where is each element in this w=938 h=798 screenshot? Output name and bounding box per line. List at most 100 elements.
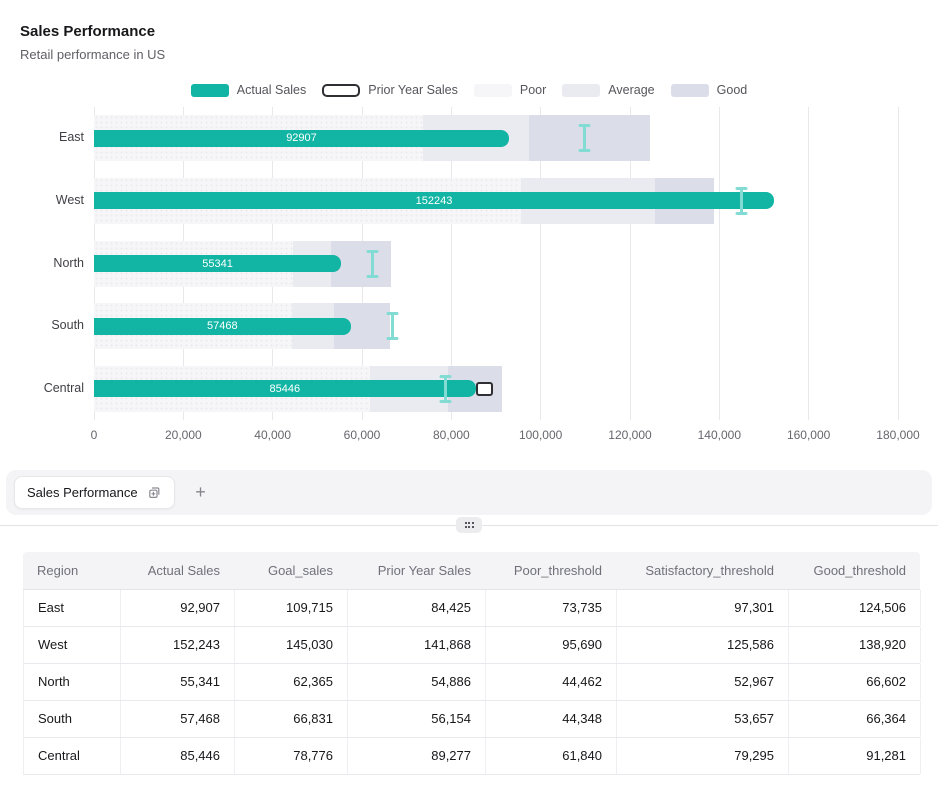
table-cell[interactable]: 84,425 [348,590,486,626]
table-cell[interactable]: North [24,664,121,700]
table-body: East92,907109,71584,42573,73597,301124,5… [23,590,920,775]
table-cell[interactable]: 78,776 [235,738,348,774]
x-tick-label: 160,000 [769,428,849,442]
table-cell[interactable]: 85,446 [121,738,235,774]
table-cell[interactable]: 61,840 [486,738,617,774]
bar-value-label: 57468 [207,320,238,332]
bar-value-label: 152243 [416,195,453,207]
x-tick-label: 0 [54,428,134,442]
table-cell[interactable]: 54,886 [348,664,486,700]
actual-sales-bar[interactable]: 85446 [94,380,476,397]
table-cell[interactable]: 52,967 [617,664,789,700]
table-cell[interactable]: Central [24,738,121,774]
goal-marker[interactable] [735,186,748,216]
category-label: West [0,193,84,207]
table-cell[interactable]: 109,715 [235,590,348,626]
legend-item-average[interactable]: Average [562,83,654,97]
tab-sales-performance[interactable]: Sales Performance [14,476,175,509]
table-cell[interactable]: 97,301 [617,590,789,626]
x-tick-label: 20,000 [143,428,223,442]
table-cell[interactable]: 79,295 [617,738,789,774]
table-cell[interactable]: 125,586 [617,627,789,663]
actual-sales-bar[interactable]: 92907 [94,130,509,147]
table-header-row: RegionActual SalesGoal_salesPrior Year S… [23,552,920,590]
legend-swatch-prior [322,84,360,97]
column-header-satisfactory-threshold[interactable]: Satisfactory_threshold [616,552,788,589]
table-cell[interactable]: 152,243 [121,627,235,663]
legend-label: Good [717,83,748,97]
column-header-goal-sales[interactable]: Goal_sales [234,552,347,589]
table-cell[interactable]: 95,690 [486,627,617,663]
app-page: Sales Performance Retail performance in … [0,0,938,798]
goal-marker[interactable] [386,311,399,341]
table-row: West152,243145,030141,86895,690125,58613… [23,627,920,664]
gridline [898,107,899,420]
category-label: Central [0,381,84,395]
table-cell[interactable]: 62,365 [235,664,348,700]
bar-value-label: 55341 [202,258,233,270]
plot-area: 92907 152243 55341 57468 85446 [94,107,898,420]
resize-handle[interactable] [456,517,482,533]
goal-marker[interactable] [366,249,379,279]
legend-label: Prior Year Sales [368,83,458,97]
column-header-actual-sales[interactable]: Actual Sales [120,552,234,589]
table-cell[interactable]: 44,348 [486,701,617,737]
actual-sales-bar[interactable]: 55341 [94,255,341,272]
legend-item-prior[interactable]: Prior Year Sales [322,83,458,97]
duplicate-tab-icon[interactable] [147,485,162,500]
add-tab-button[interactable]: + [189,481,213,505]
category-label: East [0,130,84,144]
tab-label: Sales Performance [27,485,138,500]
table-cell[interactable]: 56,154 [348,701,486,737]
bar-value-label: 92907 [286,132,317,144]
goal-marker[interactable] [578,123,591,153]
drag-dots-icon [465,522,474,528]
legend-swatch-average [562,84,600,97]
table-cell[interactable]: 57,468 [121,701,235,737]
table-cell[interactable]: 89,277 [348,738,486,774]
actual-sales-bar[interactable]: 152243 [94,192,774,209]
legend-item-actual[interactable]: Actual Sales [191,83,306,97]
table-cell[interactable]: 141,868 [348,627,486,663]
legend-item-poor[interactable]: Poor [474,83,546,97]
column-header-prior-year-sales[interactable]: Prior Year Sales [347,552,485,589]
table-cell[interactable]: 73,735 [486,590,617,626]
legend-label: Poor [520,83,546,97]
prior-year-marker[interactable] [476,382,493,396]
column-header-region[interactable]: Region [23,552,120,589]
category-label: North [0,256,84,270]
table-row: East92,907109,71584,42573,73597,301124,5… [23,590,920,627]
column-header-good-threshold[interactable]: Good_threshold [788,552,920,589]
legend-swatch-good [671,84,709,97]
table-cell[interactable]: 91,281 [789,738,921,774]
legend-item-good[interactable]: Good [671,83,748,97]
panel-divider [0,525,938,526]
table-cell[interactable]: 145,030 [235,627,348,663]
chart-legend: Actual Sales Prior Year Sales Poor Average G… [0,83,938,97]
table-cell[interactable]: South [24,701,121,737]
goal-marker[interactable] [439,374,452,404]
x-tick-label: 80,000 [411,428,491,442]
table-cell[interactable]: 138,920 [789,627,921,663]
x-tick-label: 40,000 [233,428,313,442]
table-cell[interactable]: 124,506 [789,590,921,626]
legend-swatch-actual [191,84,229,97]
bar-value-label: 85446 [270,383,301,395]
table-cell[interactable]: East [24,590,121,626]
table-cell[interactable]: West [24,627,121,663]
table-cell[interactable]: 53,657 [617,701,789,737]
table-cell[interactable]: 66,831 [235,701,348,737]
table-cell[interactable]: 92,907 [121,590,235,626]
table-cell[interactable]: 66,602 [789,664,921,700]
gridline [719,107,720,420]
x-tick-label: 60,000 [322,428,402,442]
x-tick-label: 140,000 [679,428,759,442]
column-header-poor-threshold[interactable]: Poor_threshold [485,552,616,589]
table-row: Central85,44678,77689,27761,84079,29591,… [23,738,920,775]
legend-label: Actual Sales [237,83,306,97]
actual-sales-bar[interactable]: 57468 [94,318,351,335]
table-cell[interactable]: 44,462 [486,664,617,700]
table-cell[interactable]: 55,341 [121,664,235,700]
sheet-tab-bar: Sales Performance + [6,470,932,515]
table-cell[interactable]: 66,364 [789,701,921,737]
